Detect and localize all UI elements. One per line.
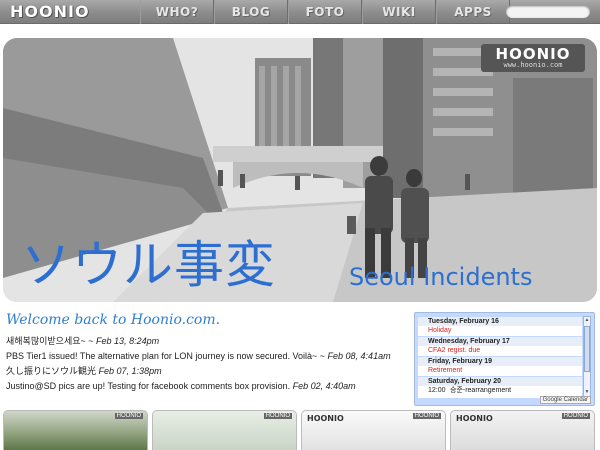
thumbnail-tag: HOONIO (263, 413, 292, 419)
nav-item-who[interactable]: WHO? (140, 0, 214, 24)
calendar-event[interactable]: Holiday (418, 326, 582, 336)
search-input[interactable] (506, 5, 590, 18)
nav-item-wiki[interactable]: WIKI (362, 0, 436, 24)
thumbnail-card[interactable]: HOONIO HOONIO (450, 410, 595, 450)
calendar-event[interactable]: Retirement (418, 366, 582, 376)
thumbnail-brand: HOONIO (307, 414, 344, 423)
recent-posts-list: 새해복많이받으세요~ ~ Feb 13, 8:24pm PBS Tier1 is… (6, 334, 416, 394)
thumbnail-card[interactable]: HOONIO HOONIO (301, 410, 446, 450)
calendar-agenda[interactable]: Tuesday, February 16 Holiday Wednesday, … (418, 316, 582, 398)
post-item[interactable]: 久し振りにソウル観光 Feb 07, 1:38pm (6, 364, 416, 379)
thumbnail-tag: HOONIO (114, 413, 143, 419)
thumbnail-tag: HOONIO (412, 413, 441, 419)
calendar-event-title[interactable]: 승준-rearrangement (450, 387, 511, 394)
post-date: Feb 07, 1:38pm (98, 366, 162, 376)
banner-title-english: Seoul Incidents (349, 263, 533, 291)
calendar-day-header: Saturday, February 20 (418, 376, 582, 386)
post-title[interactable]: Justino@SD pics are up! Testing for face… (6, 381, 290, 391)
post-title[interactable]: 久し振りにソウル観光 (6, 366, 96, 376)
thumbnail-brand: HOONIO (456, 414, 493, 423)
post-item[interactable]: 새해복많이받으세요~ ~ Feb 13, 8:24pm (6, 334, 416, 349)
banner-title-japanese: ソウル事変 (21, 236, 276, 294)
scroll-up-icon[interactable]: ▲ (584, 317, 590, 325)
nav-item-blog[interactable]: BLOG (214, 0, 288, 24)
post-separator: ~ (317, 351, 328, 361)
welcome-heading: Welcome back to Hoonio.com. (6, 312, 221, 328)
calendar-day-header: Friday, February 19 (418, 356, 582, 366)
thumbnail-tag: HOONIO (561, 413, 590, 419)
post-separator: ~ (85, 336, 97, 346)
google-calendar-badge[interactable]: Google Calendar (539, 396, 591, 404)
thumbnail-card[interactable]: HOONIO (152, 410, 297, 450)
nav-item-foto[interactable]: FOTO (288, 0, 362, 24)
thumbnail-card[interactable]: HOONIO (3, 410, 148, 450)
post-title[interactable]: PBS Tier1 issued! The alternative plan f… (6, 351, 317, 361)
post-date: Feb 08, 4:41am (327, 351, 391, 361)
calendar-event-title[interactable]: CFA2 regist. due (428, 347, 480, 354)
post-item[interactable]: Justino@SD pics are up! Testing for face… (6, 379, 416, 394)
post-title[interactable]: 새해복많이받으세요~ (6, 336, 86, 346)
nav-item-apps[interactable]: APPS (436, 0, 510, 24)
calendar-event-time: 12:00 (428, 387, 446, 394)
calendar-event[interactable]: 12:00 승준-rearrangement (418, 386, 582, 396)
top-navigation-bar: HOONIO WHO? BLOG FOTO WIKI APPS (0, 0, 600, 24)
calendar-day-header: Tuesday, February 16 (418, 316, 582, 326)
site-logo[interactable]: HOONIO (10, 2, 130, 21)
banner-logo: HOONIO www.hoonio.com (481, 44, 585, 72)
banner-logo-url: www.hoonio.com (503, 61, 563, 69)
post-item[interactable]: PBS Tier1 issued! The alternative plan f… (6, 349, 416, 364)
calendar-scrollbar[interactable]: ▲ ▼ (583, 316, 591, 398)
hero-banner[interactable]: HOONIO www.hoonio.com ソウル事変 Seoul Incide… (3, 38, 597, 302)
scrollbar-thumb[interactable] (584, 326, 590, 372)
calendar-event[interactable]: CFA2 regist. due (418, 346, 582, 356)
calendar-day-header: Wednesday, February 17 (418, 336, 582, 346)
main-nav: WHO? BLOG FOTO WIKI APPS (140, 0, 510, 24)
calendar-widget: Tuesday, February 16 Holiday Wednesday, … (414, 312, 595, 406)
post-date: Feb 13, 8:24pm (96, 336, 160, 346)
calendar-event-title[interactable]: Holiday (428, 327, 451, 334)
photo-thumbnail-strip: HOONIO HOONIO HOONIO HOONIO HOONIO HOONI… (3, 410, 597, 450)
post-date: Feb 02, 4:40am (292, 381, 356, 391)
calendar-event-title[interactable]: Retirement (428, 367, 462, 374)
